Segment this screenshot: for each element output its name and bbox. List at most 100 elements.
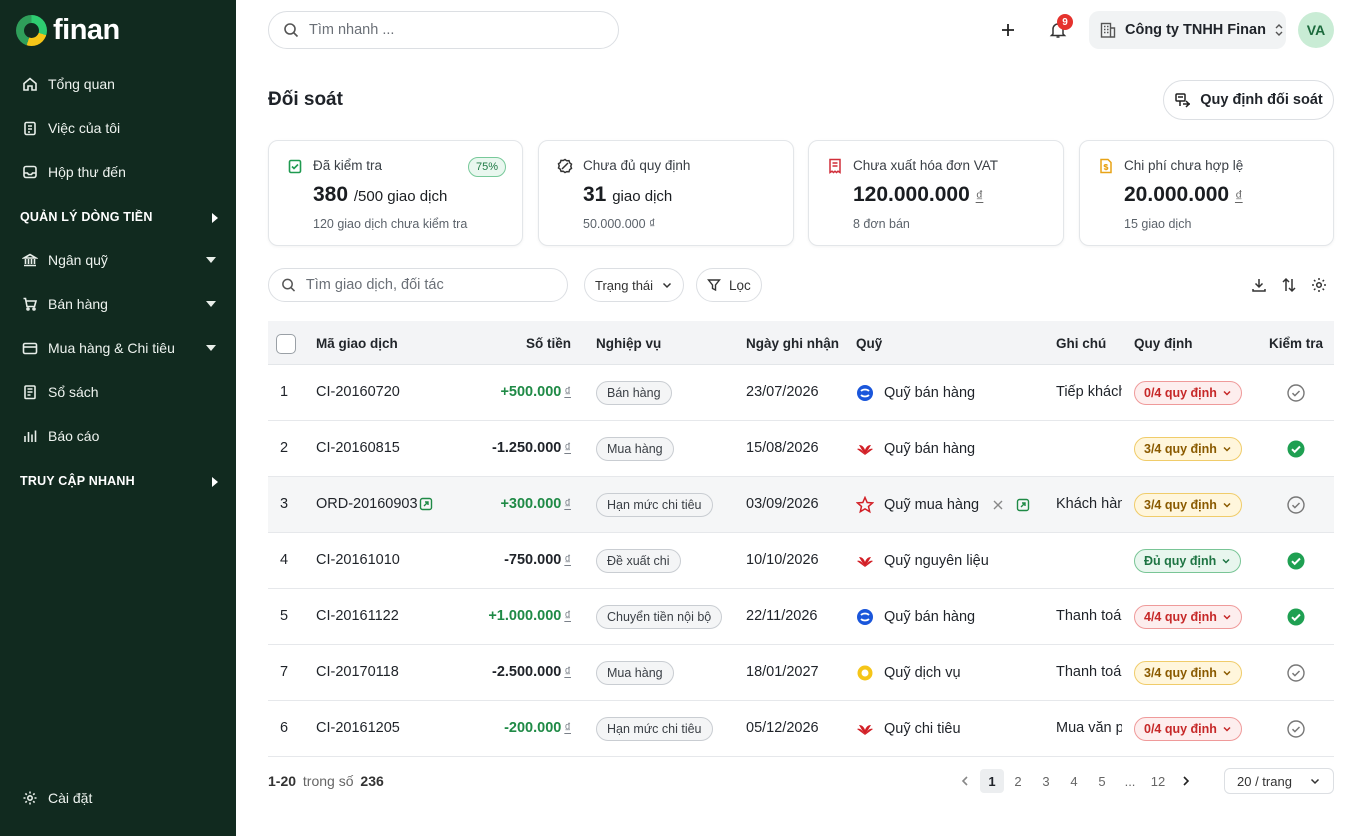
unchecked-icon[interactable] — [1286, 383, 1306, 403]
sidebar-item-treasury[interactable]: Ngân quỹ — [0, 244, 236, 276]
company-switcher[interactable]: Công ty TNHH Finan — [1089, 11, 1286, 49]
rules-status-dropdown[interactable]: 3/4 quy định — [1134, 661, 1242, 685]
col-check[interactable]: Kiểm tra — [1269, 336, 1323, 351]
transaction-code[interactable]: CI-20161122 — [316, 608, 399, 624]
chevron-down-icon — [1223, 670, 1231, 676]
transaction-search-input[interactable] — [305, 277, 567, 293]
record-date: 18/01/2027 — [746, 664, 819, 680]
building-icon — [1100, 22, 1116, 38]
table-row[interactable]: 3 ORD-20160903 +300.000 ₫ Hạn mức chi tiêu 03… — [268, 477, 1334, 533]
card-checked[interactable]: Đã kiểm tra 75% 380 /500 giao dịch 120 g… — [268, 140, 523, 246]
search-icon — [284, 23, 299, 38]
page-button[interactable]: 2 — [1006, 769, 1030, 793]
transaction-code[interactable]: CI-20161010 — [316, 552, 400, 568]
card-title: Chưa xuất hóa đơn VAT — [853, 158, 998, 173]
global-search[interactable] — [268, 11, 619, 49]
page-button[interactable]: 5 — [1090, 769, 1114, 793]
transaction-code[interactable]: CI-20170118 — [316, 664, 399, 680]
open-link-button[interactable] — [1016, 498, 1030, 515]
external-link-icon[interactable] — [419, 497, 433, 511]
unchecked-icon[interactable] — [1286, 495, 1306, 515]
section-quick-access[interactable]: TRUY CẬP NHANH — [20, 474, 220, 488]
prev-page-button[interactable] — [953, 769, 977, 793]
sidebar-item-books[interactable]: Sổ sách — [0, 376, 236, 408]
cart-icon — [23, 297, 38, 311]
page-button[interactable]: 12 — [1146, 769, 1170, 793]
table-row[interactable]: 2 CI-20160815 -1.250.000 ₫ Mua hàng 15/08/202… — [268, 421, 1334, 477]
fund: Quỹ bán hàng — [856, 384, 975, 402]
reconciliation-rules-button[interactable]: Quy định đối soát — [1163, 80, 1334, 120]
card-incomplete-rules[interactable]: Chưa đủ quy định 31 giao dịch 50.000.000… — [538, 140, 794, 246]
sidebar-item-overview[interactable]: Tổng quan — [0, 68, 236, 100]
card-number: 20.000.000 — [1124, 183, 1230, 206]
select-all-checkbox[interactable] — [276, 334, 296, 354]
rules-status-dropdown[interactable]: 3/4 quy định — [1134, 493, 1242, 517]
sidebar-item-inbox[interactable]: Hộp thư đến — [0, 156, 236, 188]
transaction-search[interactable] — [268, 268, 568, 302]
rules-status-dropdown[interactable]: 3/4 quy định — [1134, 437, 1242, 461]
table-row[interactable]: 7 CI-20170118 -2.500.000 ₫ Mua hàng 18/01/202… — [268, 645, 1334, 701]
status-filter-dropdown[interactable]: Trạng thái — [584, 268, 685, 302]
page-button[interactable]: 1 — [980, 769, 1004, 793]
note: Khách hàng — [1056, 496, 1122, 512]
download-icon[interactable] — [1250, 276, 1268, 294]
filter-button[interactable]: Lọc — [696, 268, 762, 302]
checked-icon[interactable] — [1286, 551, 1306, 571]
page-button[interactable]: 3 — [1034, 769, 1058, 793]
table-row[interactable]: 4 CI-20161010 -750.000 ₫ Đề xuất chi 10/10/20… — [268, 533, 1334, 589]
transaction-code[interactable]: CI-20160815 — [316, 440, 400, 456]
fund: Quỹ bán hàng — [856, 440, 975, 458]
chevron-down-icon — [1222, 558, 1230, 564]
section-cashflow[interactable]: QUẢN LÝ DÒNG TIỀN — [20, 210, 220, 224]
card-subtitle: 120 giao dịch chưa kiểm tra — [313, 217, 468, 231]
card-no-vat-invoice[interactable]: Chưa xuất hóa đơn VAT 120.000.000 ₫ 8 đơ… — [808, 140, 1064, 246]
col-amount[interactable]: Số tiền — [526, 336, 571, 351]
checked-icon[interactable] — [1286, 439, 1306, 459]
total-count: 236 — [360, 773, 384, 789]
table-row[interactable]: 1 CI-20160720 +500.000 ₫ Bán hàng 23/07/2026 Q… — [268, 365, 1334, 421]
table-row[interactable]: 6 CI-20161205 -200.000 ₫ Hạn mức chi tiêu 05/… — [268, 701, 1334, 757]
checked-icon[interactable] — [1286, 607, 1306, 627]
avatar[interactable]: VA — [1298, 12, 1334, 48]
logo[interactable]: finan — [16, 14, 120, 47]
global-search-input[interactable] — [309, 22, 589, 38]
col-date[interactable]: Ngày ghi nhận — [746, 336, 839, 351]
col-code[interactable]: Mã giao dịch — [316, 336, 398, 351]
col-fund[interactable]: Quỹ — [856, 336, 882, 351]
card-invalid-expenses[interactable]: Chi phí chưa hợp lệ 20.000.000 ₫ 15 giao… — [1079, 140, 1334, 246]
col-note[interactable]: Ghi chú — [1056, 336, 1106, 351]
page-button[interactable]: 4 — [1062, 769, 1086, 793]
page-size-select[interactable]: 20 / trang — [1224, 768, 1334, 794]
rules-status-dropdown[interactable]: 0/4 quy định — [1134, 381, 1242, 405]
amount-value: +300.000 — [500, 496, 562, 512]
external-link-icon[interactable] — [1016, 498, 1030, 512]
sidebar-item-my-tasks[interactable]: Việc của tôi — [0, 112, 236, 144]
unchecked-icon[interactable] — [1286, 719, 1306, 739]
add-button[interactable] — [996, 18, 1020, 42]
next-page-button[interactable] — [1174, 769, 1198, 793]
chevron-down-icon — [1223, 390, 1231, 396]
pagination-summary: 1-20 trong số 236 — [268, 773, 384, 789]
settings-icon[interactable] — [1310, 276, 1328, 294]
sidebar-item-purchases[interactable]: Mua hàng & Chi tiêu — [0, 332, 236, 364]
rules-status-dropdown[interactable]: 4/4 quy định — [1134, 605, 1242, 629]
col-type[interactable]: Nghiệp vụ — [596, 336, 661, 351]
sort-icon[interactable] — [1280, 276, 1298, 294]
currency-symbol: ₫ — [564, 664, 571, 679]
card-title: Chi phí chưa hợp lệ — [1124, 158, 1244, 173]
col-rules[interactable]: Quy định — [1134, 336, 1193, 351]
transaction-code[interactable]: ORD-20160903 — [316, 496, 433, 512]
rules-status-dropdown[interactable]: 0/4 quy định — [1134, 717, 1242, 741]
sidebar-item-sales[interactable]: Bán hàng — [0, 288, 236, 320]
rules-status-dropdown[interactable]: Đủ quy định — [1134, 549, 1242, 573]
transaction-code[interactable]: CI-20161205 — [316, 720, 400, 736]
table-row[interactable]: 5 CI-20161122 +1.000.000 ₫ Chuyển tiền nội b… — [268, 589, 1334, 645]
fund: Quỹ bán hàng — [856, 608, 975, 626]
sidebar-item-settings[interactable]: Cài đặt — [0, 782, 236, 814]
amount-value: +1.000.000 — [488, 608, 562, 624]
transaction-code[interactable]: CI-20160720 — [316, 384, 400, 400]
unchecked-icon[interactable] — [1286, 663, 1306, 683]
close-icon[interactable] — [993, 500, 1003, 510]
chevron-down-icon — [1310, 778, 1320, 785]
sidebar-item-reports[interactable]: Báo cáo — [0, 420, 236, 452]
